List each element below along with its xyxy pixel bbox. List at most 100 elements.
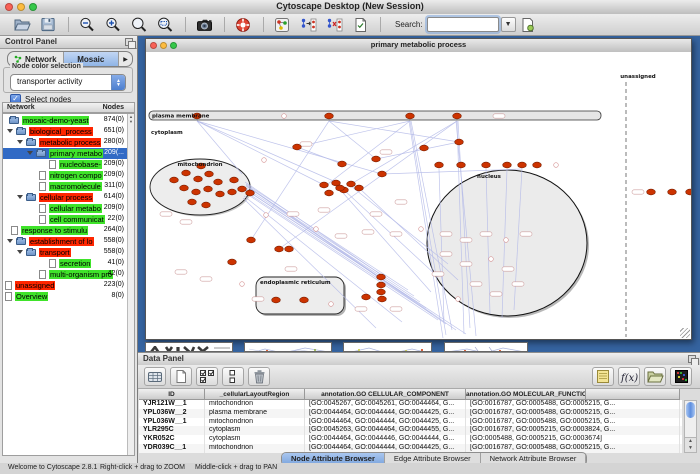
tree-row[interactable]: transport558(0)	[3, 247, 127, 258]
table-cell: mitochondrion	[205, 418, 305, 427]
search-input[interactable]	[427, 17, 499, 32]
annotation-icon	[353, 17, 368, 33]
tabs-overflow-button[interactable]: ▶	[119, 52, 132, 66]
table-row[interactable]: YLR295Ccytoplasm[GO:0045263, GO:0044464,…	[139, 426, 682, 435]
column-header[interactable]: annotation.GO CELLULAR_COMPONENT	[305, 389, 466, 400]
tree-row-count: 280(0)	[104, 138, 124, 145]
tree-row[interactable]: response to stimulu264(0)	[3, 225, 127, 236]
tree-row-count: 223(0)	[104, 281, 124, 288]
tree-row[interactable]: metabolic process280(0)	[3, 137, 127, 148]
configure-search-button[interactable]	[516, 15, 540, 34]
network-window-titlebar[interactable]: primary metabolic process	[146, 39, 691, 53]
tree-row[interactable]: nucleobase-209(0)	[3, 159, 127, 170]
tree-row[interactable]: multi-organism pro42(0)	[3, 269, 127, 280]
expand-arrow-icon[interactable]	[7, 239, 13, 243]
table-row[interactable]: YPL036W__2plasma membrane[GO:0044464, GO…	[139, 409, 682, 418]
import-attributes-button[interactable]	[644, 367, 666, 386]
scrollbar-thumb[interactable]	[686, 402, 695, 418]
new-attribute-button[interactable]	[170, 367, 192, 386]
vizmapper-button[interactable]	[270, 15, 294, 34]
zoom-out-button[interactable]	[75, 15, 99, 34]
tree-row-label: cellular process	[39, 193, 93, 202]
tree-row-count: 311(0)	[104, 182, 124, 189]
tree-row[interactable]: nitrogen compo209(0)	[3, 170, 127, 181]
app-titlebar[interactable]: Cytoscape Desktop (New Session)	[0, 0, 700, 15]
search-dropdown-button[interactable]: ▼	[501, 17, 516, 32]
table-row[interactable]: YPL036W__1mitochondrion[GO:0044464, GO:0…	[139, 418, 682, 427]
table-cell: YKR052C	[139, 435, 205, 444]
zoom-selected-button[interactable]	[153, 15, 177, 34]
tree-row[interactable]: Overview8(0)	[3, 291, 127, 302]
attribute-notes-button[interactable]	[592, 367, 614, 386]
scroll-down-icon[interactable]: ▼	[128, 119, 134, 124]
table-scrollbar[interactable]: ▲▼	[684, 400, 697, 453]
table-cell: [GO:0044464, GO:0044444, GO:0044425, G..…	[305, 409, 466, 418]
expand-arrow-icon[interactable]	[7, 129, 13, 133]
scroll-up-icon[interactable]: ▲	[685, 438, 696, 445]
column-header[interactable]: ID	[139, 389, 205, 400]
table-row[interactable]: YKR052Ccytoplasm[GO:0044464, GO:0044446,…	[139, 435, 682, 444]
tree-row[interactable]: mosaic-demo-yeast874(0)	[3, 115, 127, 126]
tree-row-label: cell communicat	[49, 215, 105, 224]
tree-row[interactable]: cellular metabo209(0)	[3, 203, 127, 214]
expand-arrow-icon[interactable]	[27, 151, 33, 155]
tree-row[interactable]: unassigned223(0)	[3, 280, 127, 291]
node-color-dropdown[interactable]: transporter activity ▲▼	[10, 74, 126, 91]
unselect-attributes-button[interactable]	[222, 367, 244, 386]
tree-row-label: Overview	[15, 292, 48, 301]
file-icon	[39, 215, 46, 224]
select-attributes-button[interactable]	[196, 367, 218, 386]
status-welcome: Welcome to Cytoscape 2.8.1	[8, 464, 97, 471]
folder-icon	[16, 128, 26, 135]
table-cell: YJR121W__1	[139, 400, 205, 409]
zoom-in-button[interactable]	[101, 15, 125, 34]
tree-header-network: Network	[7, 104, 35, 111]
tree-row[interactable]: primary metabo209(...	[3, 148, 127, 159]
float-panel-icon[interactable]	[688, 355, 696, 363]
float-panel-icon[interactable]	[125, 38, 133, 46]
network-canvas[interactable]: plasma membranecytoplasmmitochondrionnuc…	[146, 52, 691, 339]
toolbar-separator	[68, 17, 69, 32]
tree-row-label: macromolecule	[49, 182, 102, 191]
expand-arrow-icon[interactable]	[17, 195, 23, 199]
tree-scrollbar[interactable]: ▲ ▼	[127, 114, 134, 455]
snapshot-button[interactable]	[192, 15, 216, 34]
column-header[interactable]: annotation.GO MOLECULAR_FUNCTION	[466, 389, 586, 400]
attribute-matrix-button[interactable]	[670, 367, 692, 386]
annotation-button[interactable]	[348, 15, 372, 34]
tree-row-label: transport	[39, 248, 71, 257]
expand-arrow-icon[interactable]	[17, 250, 23, 254]
help-button[interactable]	[231, 15, 255, 34]
file-icon	[39, 270, 46, 279]
tree-row[interactable]: biological_process651(0)	[3, 126, 127, 137]
tree-row[interactable]: cell communicat22(0)	[3, 214, 127, 225]
save-session-button[interactable]	[36, 15, 60, 34]
tree-row[interactable]: macromolecule311(0)	[3, 181, 127, 192]
tree-row[interactable]: cellular process614(0)	[3, 192, 127, 203]
create-view-button[interactable]	[296, 15, 320, 34]
table-row[interactable]: YJR121W__1mitochondrion[GO:0045267, GO:0…	[139, 400, 682, 409]
destroy-view-button[interactable]	[322, 15, 346, 34]
tree-row[interactable]: establishment of lo558(0)	[3, 236, 127, 247]
open-session-button[interactable]	[10, 15, 34, 34]
attribute-table-button[interactable]	[144, 367, 166, 386]
network-view-window[interactable]: primary metabolic process plasma membran…	[145, 38, 692, 340]
zoom-fit-button[interactable]	[127, 15, 151, 34]
function-builder-button[interactable]: f(x)	[618, 367, 640, 386]
expand-arrow-icon[interactable]	[17, 140, 23, 144]
delete-attribute-button[interactable]	[248, 367, 270, 386]
background-window-preview[interactable]	[343, 342, 432, 352]
background-window-preview[interactable]	[244, 342, 332, 352]
column-header[interactable]: _cellularLayoutRegion	[205, 389, 305, 400]
tree-header-nodes: Nodes	[103, 104, 124, 111]
background-window-preview[interactable]	[444, 342, 528, 352]
resize-grip[interactable]	[680, 328, 690, 338]
background-window-preview[interactable]	[145, 342, 233, 352]
scrollbar-buttons[interactable]: ▲▼	[685, 437, 696, 452]
svg-text:unassigned: unassigned	[620, 74, 656, 80]
scroll-down-icon[interactable]: ▼	[685, 445, 696, 452]
camera-icon	[196, 17, 213, 32]
table-cell: YPL036W__1	[139, 418, 205, 427]
file-icon	[11, 226, 18, 235]
tree-row[interactable]: secretion41(0)	[3, 258, 127, 269]
